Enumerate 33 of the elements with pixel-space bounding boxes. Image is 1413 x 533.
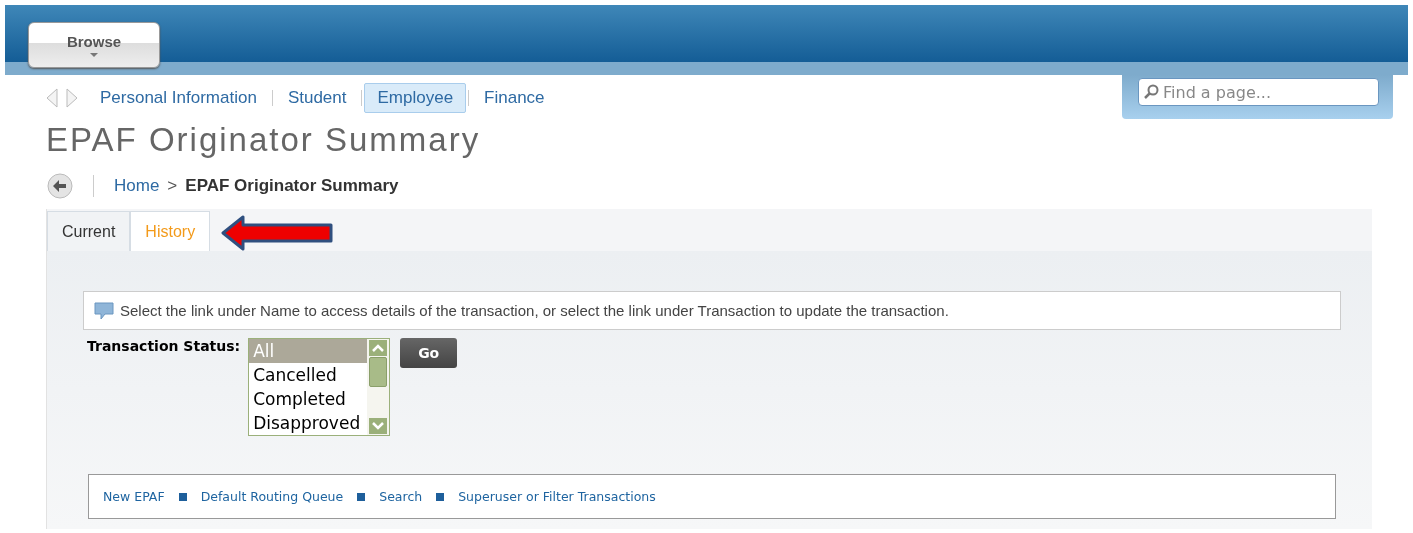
go-button[interactable]: Go (400, 338, 458, 368)
back-forward-icon[interactable] (45, 87, 79, 109)
arrow-annotation-icon (221, 215, 333, 251)
field-label: Transaction Status: (87, 338, 241, 354)
nav-link[interactable]: Employee (364, 83, 467, 113)
scroll-down-icon[interactable] (368, 417, 389, 435)
browse-button[interactable]: Browse (28, 22, 160, 68)
list-option[interactable]: Cancelled (249, 363, 368, 387)
list-option[interactable]: Disapproved (249, 411, 368, 435)
scrollbar[interactable] (367, 339, 390, 435)
action-link[interactable]: Superuser or Filter Transactions (458, 489, 656, 504)
breadcrumb-current: EPAF Originator Summary (185, 176, 399, 196)
scroll-up-icon[interactable] (368, 339, 389, 357)
tab[interactable]: Current (47, 211, 131, 251)
action-link[interactable]: Search (379, 489, 423, 504)
nav-link[interactable]: Student (274, 83, 360, 113)
search-field[interactable]: Find a page... (1138, 78, 1379, 106)
bullet-icon (357, 492, 366, 501)
action-link[interactable]: New EPAF (103, 489, 165, 504)
speech-bubble-icon (94, 301, 114, 320)
home-link[interactable]: Home (114, 176, 160, 196)
nav-link[interactable]: Personal Information (99, 83, 270, 113)
list-option[interactable]: Completed (249, 387, 368, 411)
bullet-icon (178, 492, 187, 501)
nav-link[interactable]: Finance (471, 83, 558, 113)
bullet-icon (436, 492, 445, 501)
action-link[interactable]: Default Routing Queue (200, 489, 344, 504)
back-icon[interactable] (47, 173, 73, 199)
page-title: EPAF Originator Summary (46, 121, 482, 159)
breadcrumb-separator: > (167, 176, 178, 196)
caret-icon (90, 53, 98, 57)
info-text: Select the link under Name to access details of the transaction, or select the link under Transaction to update the transaction. (120, 302, 949, 319)
status-listbox[interactable]: All Cancelled Completed Disapproved (248, 338, 391, 436)
